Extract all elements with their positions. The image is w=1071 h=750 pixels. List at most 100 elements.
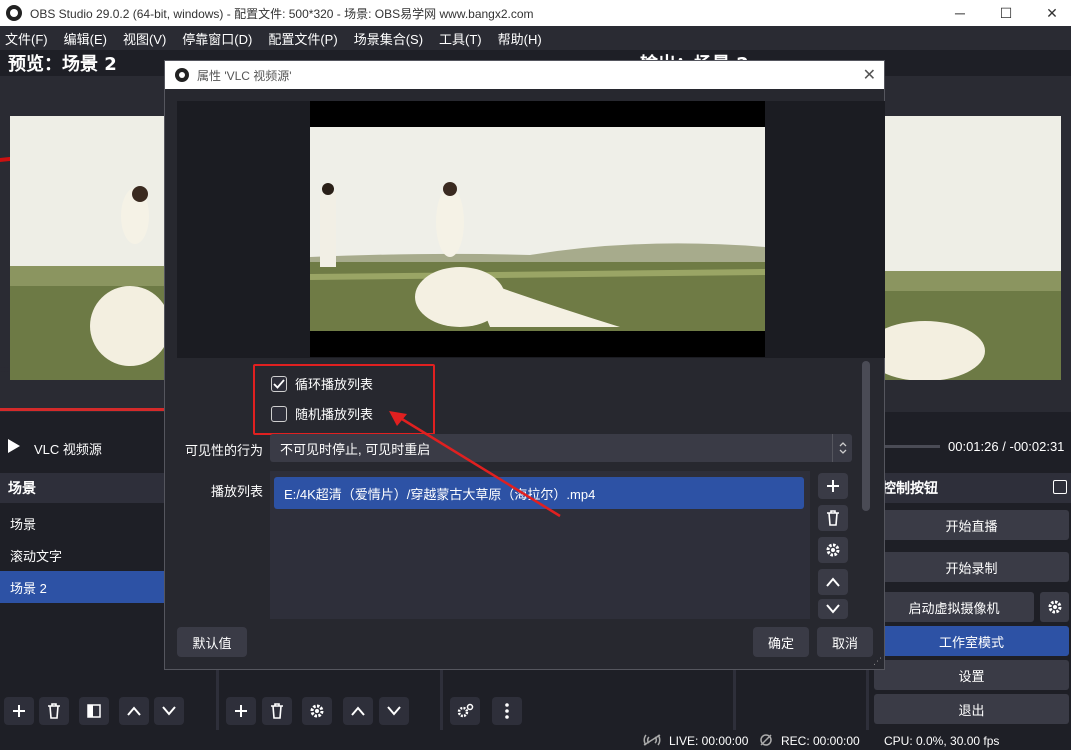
menu-tools[interactable]: 工具(T) — [434, 29, 487, 48]
cancel-button[interactable]: 取消 — [817, 627, 873, 657]
dialog-video — [310, 101, 765, 357]
maximize-button[interactable]: ☐ — [981, 0, 1031, 26]
filter-icon — [87, 704, 101, 718]
source-move-up-button[interactable] — [343, 697, 373, 725]
window-title: OBS Studio 29.0.2 (64-bit, windows) - 配置… — [30, 6, 534, 21]
obs-logo-icon — [175, 68, 189, 82]
play-icon[interactable] — [8, 439, 20, 453]
visibility-behavior-label: 可见性的行为 — [185, 443, 264, 458]
scenes-dock-header: 场景 — [0, 473, 165, 503]
resize-grip-icon[interactable]: ⋰ — [873, 656, 882, 667]
window-titlebar: OBS Studio 29.0.2 (64-bit, windows) - 配置… — [0, 0, 1071, 26]
seek-slider[interactable] — [885, 445, 940, 448]
preview-video-frame — [10, 116, 170, 380]
dialog-title: 属性 'VLC 视频源' — [197, 68, 292, 83]
controls-dock-title: 控制按钮 — [882, 480, 938, 496]
playlist-edit-button[interactable] — [818, 537, 848, 563]
output-video-frame — [885, 116, 1061, 380]
menu-edit[interactable]: 编辑(E) — [59, 29, 112, 48]
start-virtual-camera-button[interactable]: 启动虚拟摄像机 — [874, 592, 1034, 622]
menu-docks[interactable]: 停靠窗口(D) — [177, 29, 257, 48]
close-button[interactable]: ✕ — [1027, 0, 1071, 26]
properties-dialog: 属性 'VLC 视频源' ✕ 循环播放列表 随机播放列表 可见性的行为 不可见时… — [164, 60, 885, 670]
settings-button[interactable]: 设置 — [874, 660, 1069, 690]
rec-status: REC: 00:00:00 — [781, 734, 860, 748]
menu-profile[interactable]: 配置文件(P) — [263, 29, 342, 48]
chevron-down-icon — [826, 604, 840, 614]
preview-label: 预览：场景 2 — [8, 54, 117, 75]
exit-button[interactable]: 退出 — [874, 694, 1069, 724]
controls-dock-header: 控制按钮 — [874, 473, 1071, 503]
plus-icon — [827, 480, 839, 492]
select-updown-icon — [832, 434, 852, 462]
trash-icon — [48, 703, 60, 719]
dialog-close-button[interactable]: ✕ — [863, 65, 876, 85]
time-remaining: -00:02:31 — [1009, 439, 1065, 454]
playlist-move-down-button[interactable] — [818, 599, 848, 619]
scene-move-down-button[interactable] — [154, 697, 184, 725]
dock-divider[interactable] — [733, 670, 736, 730]
plus-icon — [235, 705, 247, 717]
scenes-list: 场景 滚动文字 场景 2 — [0, 503, 165, 691]
dock-divider[interactable] — [216, 670, 219, 730]
start-recording-button[interactable]: 开始录制 — [874, 552, 1069, 582]
chevron-up-icon — [826, 577, 840, 587]
playlist-move-up-button[interactable] — [818, 569, 848, 595]
add-scene-button[interactable] — [4, 697, 34, 725]
playlist-add-button[interactable] — [818, 473, 848, 499]
obs-logo-icon — [6, 5, 22, 21]
dock-divider[interactable] — [866, 670, 869, 730]
defaults-button[interactable]: 默认值 — [177, 627, 247, 657]
status-bar: LIVE: 00:00:00 REC: 00:00:00 CPU: 0.0%, … — [0, 730, 1071, 750]
scene-filters-button[interactable] — [79, 697, 109, 725]
menu-bar: 文件(F) 编辑(E) 视图(V) 停靠窗口(D) 配置文件(P) 场景集合(S… — [0, 26, 1071, 50]
dialog-video-frame — [310, 127, 765, 331]
gears-icon — [457, 703, 474, 718]
menu-help[interactable]: 帮助(H) — [493, 29, 547, 48]
time-current: 00:01:26 — [948, 439, 999, 454]
audio-menu-button[interactable] — [492, 697, 522, 725]
source-properties-button[interactable] — [302, 697, 332, 725]
source-move-down-button[interactable] — [379, 697, 409, 725]
dock-divider[interactable] — [440, 670, 443, 730]
minimize-button[interactable]: ─ — [935, 0, 985, 26]
remove-source-button[interactable] — [262, 697, 292, 725]
trash-icon — [271, 703, 283, 719]
playlist-label: 播放列表 — [210, 484, 263, 499]
start-streaming-button[interactable]: 开始直播 — [874, 510, 1069, 540]
remove-scene-button[interactable] — [39, 697, 69, 725]
time-separator: / — [1002, 439, 1006, 454]
scene-item[interactable]: 滚动文字 — [0, 539, 165, 571]
gear-icon — [826, 543, 840, 557]
dialog-preview — [177, 101, 885, 358]
add-source-button[interactable] — [226, 697, 256, 725]
preview-border-line — [0, 408, 170, 411]
menu-scene-collection[interactable]: 场景集合(S) — [349, 29, 428, 48]
more-vertical-icon — [505, 703, 509, 719]
menu-view[interactable]: 视图(V) — [118, 29, 171, 48]
gear-icon — [310, 704, 324, 718]
scene-move-up-button[interactable] — [119, 697, 149, 725]
chevron-down-icon — [387, 706, 401, 716]
chevron-up-icon — [127, 706, 141, 716]
dock-undock-icon[interactable] — [1053, 480, 1067, 494]
playlist-remove-button[interactable] — [818, 505, 848, 531]
live-status: LIVE: 00:00:00 — [669, 734, 749, 748]
media-time: 00:01:26 / -00:02:31 — [948, 439, 1064, 454]
menu-file[interactable]: 文件(F) — [0, 29, 53, 48]
dialog-titlebar: 属性 'VLC 视频源' ✕ — [165, 61, 884, 89]
audio-settings-button[interactable] — [450, 697, 480, 725]
virtual-camera-settings-button[interactable] — [1040, 592, 1069, 622]
plus-icon — [13, 705, 25, 717]
cpu-status: CPU: 0.0%, 30.00 fps — [884, 734, 1000, 748]
chevron-up-icon — [351, 706, 365, 716]
scene-item-active[interactable]: 场景 2 — [0, 571, 165, 603]
ok-button[interactable]: 确定 — [753, 627, 809, 657]
studio-mode-button[interactable]: 工作室模式 — [874, 626, 1069, 656]
dialog-scrollbar[interactable] — [862, 361, 870, 511]
annotation-arrow — [389, 411, 561, 518]
live-icon — [642, 734, 662, 749]
chevron-down-icon — [162, 706, 176, 716]
scene-item[interactable]: 场景 — [0, 507, 165, 539]
gear-icon — [1048, 600, 1061, 614]
